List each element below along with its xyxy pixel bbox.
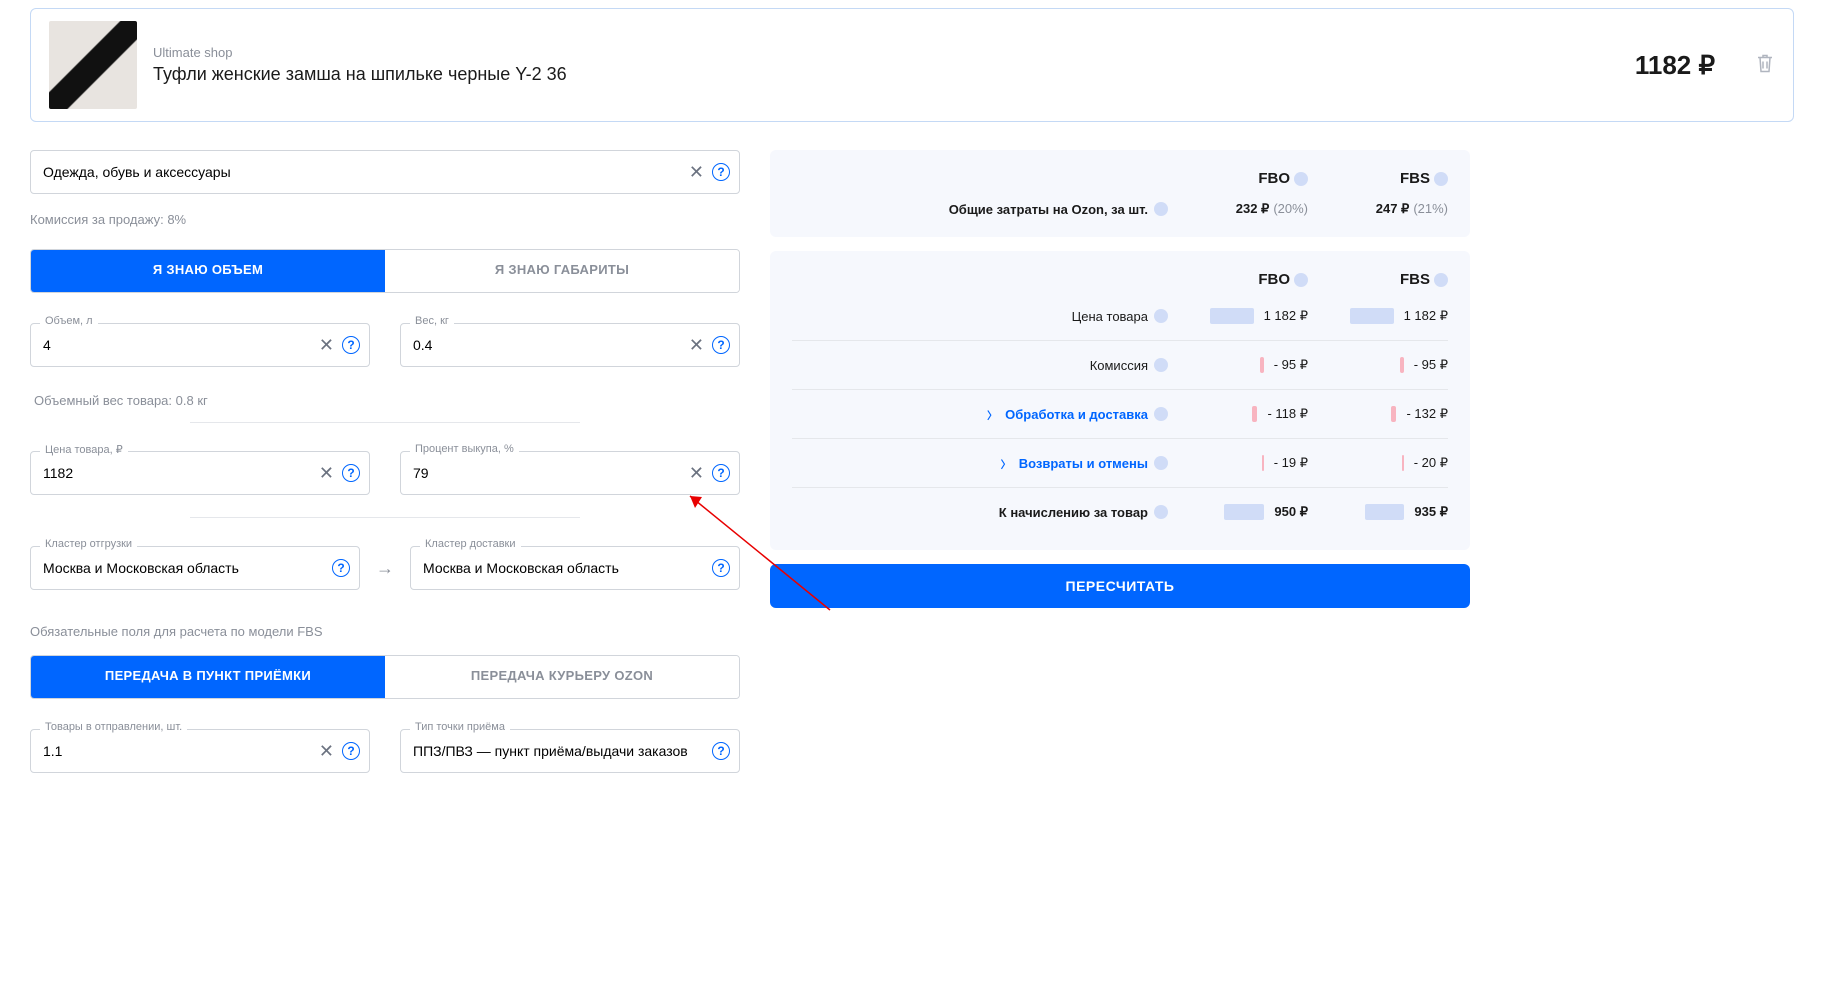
- detail-price-fbo: 1 182 ₽: [1168, 308, 1308, 324]
- info-icon[interactable]: [1434, 273, 1448, 287]
- detail-returns-fbs: - 20 ₽: [1308, 455, 1448, 471]
- weight-label: Вес, кг: [410, 315, 454, 327]
- divider: [190, 422, 581, 423]
- fbs-total-cost: 247 ₽(21%): [1308, 201, 1448, 217]
- cluster-to-input[interactable]: [410, 546, 740, 590]
- help-icon[interactable]: ?: [712, 336, 730, 354]
- product-price: 1182 ₽: [1635, 50, 1715, 81]
- help-icon[interactable]: ?: [712, 464, 730, 482]
- help-icon[interactable]: ?: [712, 559, 730, 577]
- recalculate-button[interactable]: ПЕРЕСЧИТАТЬ: [770, 564, 1470, 608]
- clear-icon[interactable]: ✕: [319, 742, 334, 760]
- info-icon[interactable]: [1154, 407, 1168, 421]
- fbo-total-cost: 232 ₽(20%): [1168, 201, 1308, 217]
- detail-commission-fbs: - 95 ₽: [1308, 357, 1448, 373]
- cluster-to-label: Кластер доставки: [420, 538, 521, 550]
- help-icon[interactable]: ?: [342, 336, 360, 354]
- delete-icon[interactable]: [1755, 53, 1775, 78]
- buyout-label: Процент выкупа, %: [410, 443, 519, 455]
- help-icon[interactable]: ?: [712, 742, 730, 760]
- commission-note: Комиссия за продажу: 8%: [30, 212, 740, 227]
- cluster-from-label: Кластер отгрузки: [40, 538, 137, 550]
- point-type-label: Тип точки приёма: [410, 721, 510, 733]
- help-icon[interactable]: ?: [342, 464, 360, 482]
- detail-delivery-link[interactable]: 〉Обработка и доставка: [792, 407, 1168, 422]
- detail-commission-label: Комиссия: [1090, 358, 1148, 373]
- fbo-col-head: FBO: [1168, 170, 1308, 187]
- tab-pickup[interactable]: ПЕРЕДАЧА В ПУНКТ ПРИЁМКИ: [31, 656, 385, 698]
- info-icon[interactable]: [1154, 456, 1168, 470]
- price-label: Цена товара, ₽: [40, 443, 128, 456]
- fbs-col-head: FBS: [1308, 170, 1448, 187]
- clear-icon[interactable]: ✕: [689, 336, 704, 354]
- divider: [190, 517, 581, 518]
- info-icon[interactable]: [1294, 172, 1308, 186]
- detail-returns-fbo: - 19 ₽: [1168, 455, 1308, 471]
- detail-commission-fbo: - 95 ₽: [1168, 357, 1308, 373]
- fbs-note: Обязательные поля для расчета по модели …: [30, 624, 740, 639]
- product-image: [49, 21, 137, 109]
- clear-icon[interactable]: ✕: [689, 163, 704, 181]
- fbo-col-head: FBO: [1168, 271, 1308, 288]
- tab-volume[interactable]: Я ЗНАЮ ОБЪЕМ: [31, 250, 385, 292]
- point-type-input[interactable]: [400, 729, 740, 773]
- chevron-right-icon: 〉: [987, 407, 997, 422]
- detail-delivery-fbo: - 118 ₽: [1168, 406, 1308, 422]
- product-title: Туфли женские замша на шпильке черные Y-…: [153, 64, 567, 85]
- detail-net-fbs: 935 ₽: [1308, 504, 1448, 520]
- tab-dimensions[interactable]: Я ЗНАЮ ГАБАРИТЫ: [385, 250, 739, 292]
- clear-icon[interactable]: ✕: [319, 336, 334, 354]
- info-icon[interactable]: [1154, 505, 1168, 519]
- shop-name: Ultimate shop: [153, 45, 567, 60]
- info-icon[interactable]: [1294, 273, 1308, 287]
- ship-items-label: Товары в отправлении, шт.: [40, 721, 187, 733]
- detail-returns-link[interactable]: 〉Возвраты и отмены: [792, 456, 1168, 471]
- total-costs-label: Общие затраты на Ozon, за шт.: [949, 202, 1148, 217]
- detail-delivery-fbs: - 132 ₽: [1308, 406, 1448, 422]
- detail-net-fbo: 950 ₽: [1168, 504, 1308, 520]
- detail-price-label: Цена товара: [1072, 309, 1148, 324]
- cluster-from-input[interactable]: [30, 546, 360, 590]
- chevron-right-icon: 〉: [1001, 456, 1011, 471]
- detail-price-fbs: 1 182 ₽: [1308, 308, 1448, 324]
- clear-icon[interactable]: ✕: [689, 464, 704, 482]
- category-input[interactable]: [30, 150, 740, 194]
- summary-panel: FBO FBS Общие затраты на Ozon, за шт. 23…: [770, 150, 1470, 237]
- fbs-col-head: FBS: [1308, 271, 1448, 288]
- tab-courier[interactable]: ПЕРЕДАЧА КУРЬЕРУ OZON: [385, 656, 739, 698]
- product-header: Ultimate shop Туфли женские замша на шпи…: [30, 8, 1794, 122]
- detail-net-label: К начислению за товар: [999, 505, 1148, 520]
- clear-icon[interactable]: ✕: [319, 464, 334, 482]
- right-summary: FBO FBS Общие затраты на Ozon, за шт. 23…: [770, 150, 1470, 608]
- help-icon[interactable]: ?: [712, 163, 730, 181]
- volume-dims-tabs: Я ЗНАЮ ОБЪЕМ Я ЗНАЮ ГАБАРИТЫ: [30, 249, 740, 293]
- info-icon[interactable]: [1434, 172, 1448, 186]
- left-form: ✕ ? Комиссия за продажу: 8% Я ЗНАЮ ОБЪЕМ…: [30, 150, 740, 781]
- help-icon[interactable]: ?: [332, 559, 350, 577]
- info-icon[interactable]: [1154, 309, 1168, 323]
- detail-panel: FBO FBS Цена товара 1 182 ₽ 1 182 ₽ Коми…: [770, 251, 1470, 550]
- help-icon[interactable]: ?: [342, 742, 360, 760]
- info-icon[interactable]: [1154, 202, 1168, 216]
- fbs-tabs: ПЕРЕДАЧА В ПУНКТ ПРИЁМКИ ПЕРЕДАЧА КУРЬЕР…: [30, 655, 740, 699]
- arrow-right-icon: →: [376, 558, 394, 579]
- volume-label: Объем, л: [40, 315, 98, 327]
- info-icon[interactable]: [1154, 358, 1168, 372]
- category-field-wrap: ✕ ?: [30, 150, 740, 194]
- volumetric-note: Объемный вес товара: 0.8 кг: [34, 393, 740, 408]
